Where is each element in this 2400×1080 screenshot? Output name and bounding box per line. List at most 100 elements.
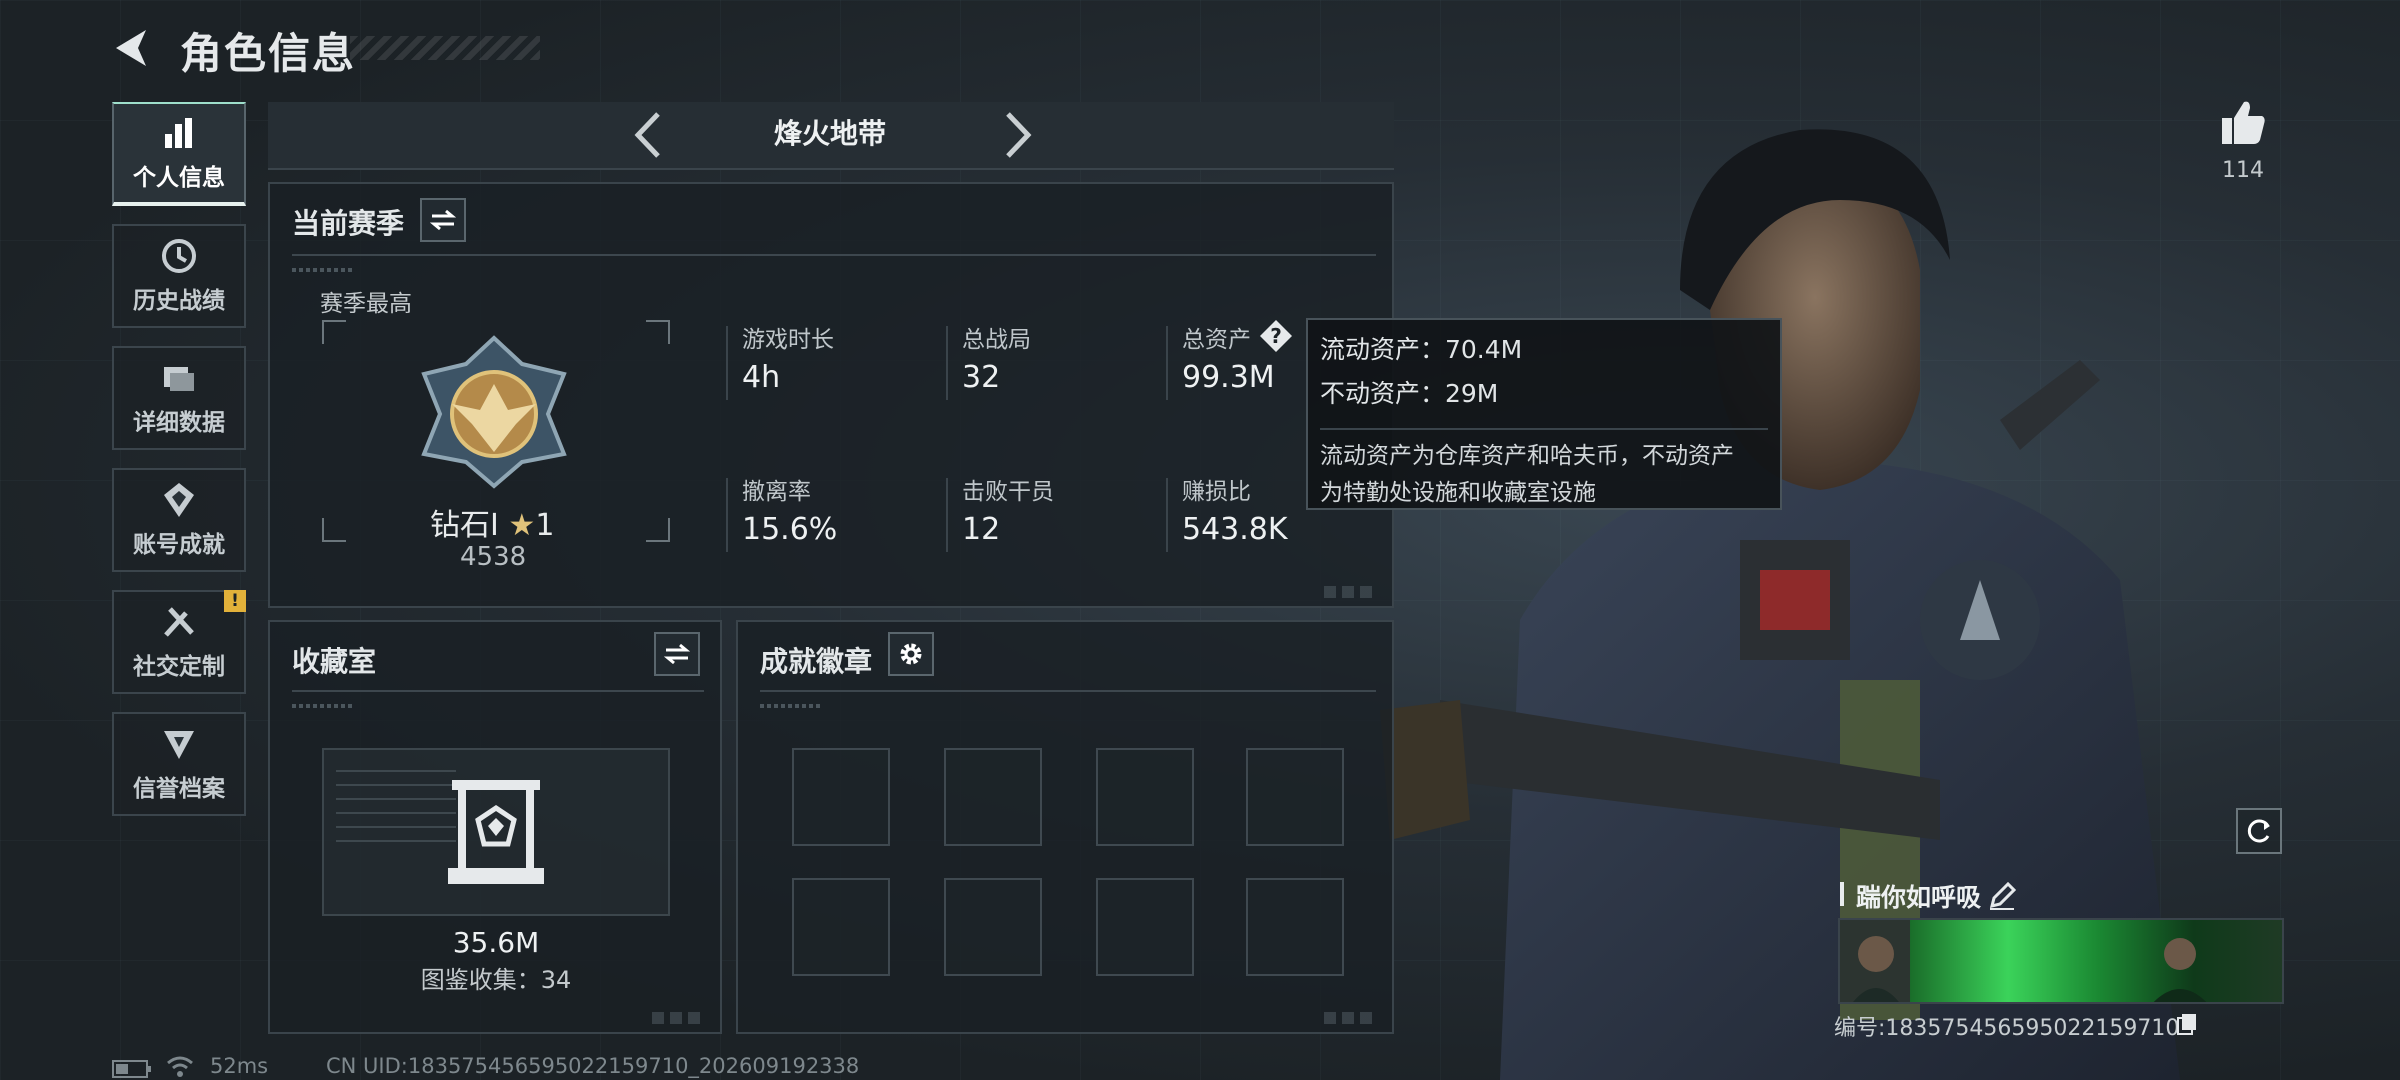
refresh-icon: [2247, 819, 2270, 843]
nav-label: 账号成就: [133, 532, 225, 558]
rank-tier: 钻石Ⅰ: [430, 508, 499, 543]
tooltip-desc-line: 为特勤处设施和收藏室设施: [1320, 480, 1596, 506]
stat-label-total-assets: 总资产: [1182, 327, 1251, 353]
rank-name: 钻石Ⅰ ★1: [430, 500, 554, 544]
stat-divider: [1166, 326, 1168, 400]
nav-label: 历史战绩: [133, 288, 225, 314]
season-best-label: 赛季最高: [320, 291, 412, 317]
badge-slot[interactable]: [1246, 748, 1344, 846]
stat-value-total-assets: 99.3M: [1182, 360, 1275, 395]
stat-value-kills: 12: [962, 512, 1001, 547]
battery-icon: [112, 1060, 151, 1078]
corner-decoration: [1324, 586, 1378, 598]
collection-count: 图鉴收集：34: [420, 966, 572, 994]
stat-label-kills: 击败干员: [962, 479, 1054, 505]
chevron-right-icon[interactable]: [994, 110, 1040, 160]
asset-tooltip: 流动资产：70.4M 不动资产：29M 流动资产为仓库资产和哈夫币，不动资产 为…: [1306, 318, 1782, 510]
nav-label: 详细数据: [133, 410, 225, 436]
player-name-card[interactable]: [1838, 918, 2284, 1004]
nav-item-personal-info[interactable]: 个人信息: [112, 102, 246, 206]
divider: [292, 254, 1376, 256]
badge-slot[interactable]: [944, 878, 1042, 976]
tooltip-description: 流动资产为仓库资产和哈夫币，不动资产 为特勤处设施和收藏室设施: [1320, 428, 1768, 512]
stat-label-extraction-rate: 撤离率: [742, 479, 811, 505]
gear-icon: [900, 643, 922, 665]
divider-dots: [760, 704, 820, 708]
stat-divider: [726, 478, 728, 552]
uid-text: CN UID:183575456595022159710_20260919233…: [326, 1054, 860, 1078]
swap-icon: [664, 643, 690, 665]
corner-decoration: [1324, 1012, 1378, 1024]
like-count: 114: [2222, 158, 2264, 183]
mode-name: 烽火地带: [773, 117, 886, 150]
nav-item-reputation[interactable]: 信誉档案: [112, 712, 246, 816]
nav-item-achievements[interactable]: 账号成就: [112, 468, 246, 572]
collection-value: 35.6M: [452, 926, 540, 959]
achievement-icon: [164, 483, 194, 517]
stat-divider: [946, 478, 948, 552]
star-icon: ★: [508, 508, 536, 543]
stat-label-play-time: 游戏时长: [742, 327, 834, 353]
stat-label-profit-ratio: 赚损比: [1182, 479, 1251, 505]
rank-stars: 1: [535, 508, 555, 543]
page-title: 角色信息: [180, 29, 357, 78]
divider: [292, 690, 704, 692]
badge-settings-button[interactable]: [888, 632, 934, 676]
badge-slot[interactable]: [792, 748, 890, 846]
tooltip-desc-line: 流动资产为仓库资产和哈夫币，不动资产: [1320, 443, 1734, 469]
divider: [760, 690, 1376, 692]
ping-value: 52ms: [210, 1054, 269, 1078]
chevron-left-icon[interactable]: [626, 110, 672, 160]
nav-item-detailed-data[interactable]: 详细数据: [112, 346, 246, 450]
copy-icon[interactable]: [2176, 1012, 2198, 1036]
folder-icon: [164, 367, 194, 391]
stat-label-total-matches: 总战局: [962, 327, 1031, 353]
divider-dots: [292, 268, 352, 272]
collection-title: 收藏室: [292, 645, 377, 678]
nav-label: 信誉档案: [133, 776, 225, 802]
edit-pencil-icon[interactable]: [1988, 882, 2016, 910]
back-arrow-icon[interactable]: [110, 26, 154, 70]
stat-divider: [946, 326, 948, 400]
stat-value-total-matches: 32: [962, 360, 1001, 395]
thumbs-up-icon[interactable]: [2218, 98, 2268, 146]
nav-item-social[interactable]: 社交定制 !: [112, 590, 246, 694]
badge-slot[interactable]: [792, 878, 890, 976]
season-title: 当前赛季: [292, 207, 405, 240]
badge-slot[interactable]: [1246, 878, 1344, 976]
name-accent-bar: [1840, 882, 1844, 906]
refresh-button[interactable]: [2236, 808, 2282, 854]
name-card-art: [1840, 920, 2207, 1002]
nav-item-history[interactable]: 历史战绩: [112, 224, 246, 328]
achievement-badge-panel: 成就徽章: [736, 620, 1394, 1034]
season-switch-button[interactable]: [420, 198, 466, 242]
badge-title: 成就徽章: [760, 645, 873, 678]
wifi-icon: [167, 1056, 193, 1077]
tooltip-liquid-assets: 流动资产：70.4M: [1320, 335, 1523, 364]
rank-score: 4538: [460, 542, 527, 572]
tooltip-fixed-assets: 不动资产：29M: [1320, 379, 1499, 408]
badge-slot[interactable]: [1096, 878, 1194, 976]
tools-icon: [164, 607, 194, 637]
clock-icon: [162, 239, 196, 273]
shield-icon: [164, 731, 194, 759]
badge-slot[interactable]: [944, 748, 1042, 846]
badge-slot[interactable]: [1096, 748, 1194, 846]
stat-divider: [1166, 478, 1168, 552]
help-icon[interactable]: ?: [1258, 318, 1294, 354]
collection-switch-button[interactable]: [654, 632, 700, 676]
nav-label: 个人信息: [133, 165, 225, 191]
divider-dots: [292, 704, 352, 708]
player-name: 踹你如呼吸: [1856, 883, 1982, 912]
title-decoration: [350, 36, 540, 60]
stat-value-extraction-rate: 15.6%: [742, 512, 838, 547]
rank-emblem-icon: [421, 335, 567, 489]
corner-decoration: [652, 1012, 706, 1024]
bar-chart-icon: [165, 118, 192, 148]
stat-value-play-time: 4h: [742, 360, 781, 395]
player-id: 编号:183575456595022159710: [1834, 1016, 2180, 1041]
stat-value-profit-ratio: 543.8K: [1182, 512, 1288, 547]
nav-label: 社交定制: [133, 654, 225, 680]
warning-badge: !: [224, 590, 246, 612]
swap-icon: [430, 209, 456, 231]
